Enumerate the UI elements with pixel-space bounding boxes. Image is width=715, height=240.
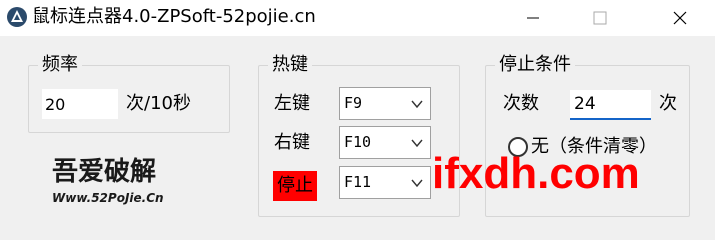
close-button[interactable] [650, 0, 710, 36]
chevron-down-icon [411, 139, 423, 148]
window-title: 鼠标连点器4.0-ZPSoft-52pojie.cn [32, 6, 316, 27]
frequency-unit: 次/10秒 [126, 93, 191, 114]
count-label: 次数 [503, 93, 539, 114]
maximize-button[interactable] [570, 0, 630, 36]
chevron-down-icon [411, 179, 423, 188]
52pojie-logo: 吾爱破解 Www.52PoJie.Cn [52, 157, 164, 205]
left-click-hotkey-select[interactable]: F9 [339, 87, 431, 120]
right-click-hotkey-value: F10 [344, 133, 372, 151]
left-click-label: 左键 [274, 93, 310, 114]
stop-condition-group-title: 停止条件 [495, 54, 575, 76]
logo-text-main: 吾爱破解 [52, 157, 156, 187]
stop-hotkey-label: 停止 [273, 171, 317, 201]
right-click-hotkey-select[interactable]: F10 [339, 126, 431, 159]
minimize-button[interactable] [503, 0, 563, 36]
left-click-hotkey-value: F9 [344, 94, 363, 112]
minimize-icon [527, 17, 539, 19]
maximize-icon [593, 11, 607, 25]
stop-hotkey-select[interactable]: F11 [339, 166, 431, 199]
right-click-label: 右键 [274, 132, 310, 153]
title-bar: 鼠标连点器4.0-ZPSoft-52pojie.cn [0, 0, 715, 36]
watermark-text: ifxdh.com [432, 149, 640, 198]
frequency-group-title: 频率 [38, 54, 82, 76]
stop-hotkey-value: F11 [344, 173, 372, 191]
chevron-down-icon [411, 100, 423, 109]
close-icon [673, 11, 687, 25]
frequency-input[interactable] [42, 89, 118, 119]
count-input[interactable] [570, 90, 651, 120]
count-unit: 次 [659, 93, 677, 114]
app-icon [7, 7, 27, 27]
hotkey-group-title: 热键 [268, 54, 312, 76]
logo-text-url: Www.52PoJie.Cn [52, 191, 164, 205]
